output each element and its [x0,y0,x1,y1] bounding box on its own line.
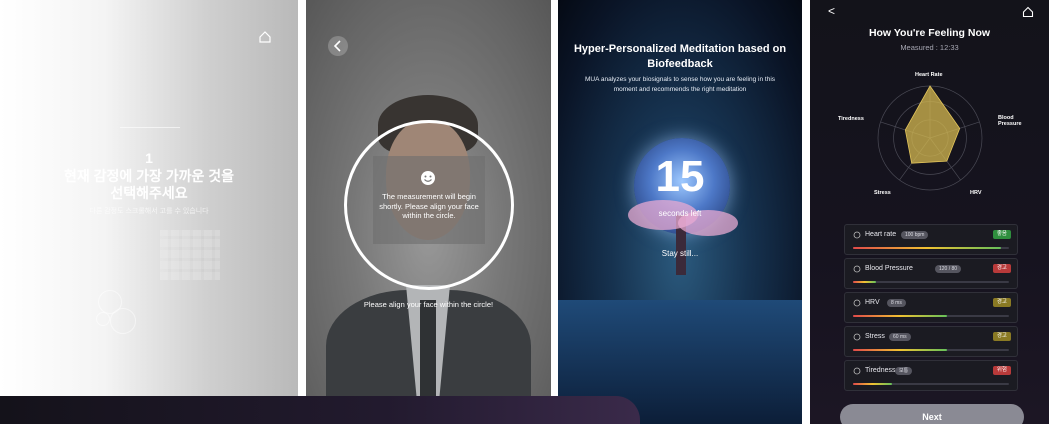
bottom-overlay-bar [0,396,640,424]
status-text: Stay still... [661,249,699,258]
metric-level-track [853,281,1009,283]
back-button[interactable] [328,36,348,56]
metric-card[interactable]: Heart rate 100 bpm 좋음 [844,224,1018,255]
metric-value-pill: 120 / 80 [935,265,962,273]
metric-level-fill [853,349,947,351]
countdown-number: 15 [655,152,705,201]
emotion-bubble[interactable] [110,308,136,334]
measurement-message: The measurement will begin shortly. Plea… [379,192,479,220]
metric-label: Tiredness [865,367,896,374]
home-icon[interactable] [1022,6,1034,18]
metric-level-fill [853,281,877,283]
eye-icon [853,367,861,375]
metric-status-badge: 경고 [992,332,1011,341]
metric-status-badge: 경고 [992,298,1011,307]
meditation-screen: Hyper-Personalized Meditation based on B… [558,0,802,424]
metric-card[interactable]: Tiredness 보통 위험 [844,360,1018,391]
metric-value-pill: 60 ms [889,333,911,341]
emotion-select-screen: 1 현재 감정에 가장 가까운 것을 선택해주세요 다른 감정도 스크롤해서 고… [0,0,298,424]
radar-label-blood-pressure: Blood Pressure [998,115,1022,127]
emotion-grid[interactable] [160,230,220,280]
metric-label: Heart rate [865,231,897,238]
metric-value-pill: 8 ms [887,299,906,307]
meditation-description: MUA analyzes your biosignals to sense ho… [584,76,776,93]
radar-value-area [904,85,961,164]
smile-icon [853,333,861,341]
meditation-title: Hyper-Personalized Meditation based on B… [573,43,787,70]
measured-time: Measured : 12:33 [900,43,959,52]
metric-value-pill: 보통 [895,367,913,375]
next-button[interactable]: Next [840,404,1024,424]
metric-level-fill [853,383,892,385]
metric-value-pill: 100 bpm [901,231,929,239]
back-button[interactable]: < [828,4,835,18]
metric-level-track [853,315,1009,317]
emotion-bubble[interactable] [96,312,110,326]
metric-card[interactable]: Stress 60 ms 경고 [844,326,1018,357]
pulse-icon [853,299,861,307]
metric-level-fill [853,247,1002,249]
metric-level-track [853,247,1009,249]
metric-status-badge: 위험 [992,366,1011,375]
question-subtext: 다른 감정도 스크롤해서 고를 수 있습니다 [89,208,209,215]
align-instruction: Please align your face within the circle… [363,300,494,309]
metric-level-track [853,349,1009,351]
metric-label: Stress [865,333,885,340]
heart-icon [853,231,861,239]
divider-line [120,127,180,128]
drop-icon [853,265,861,273]
back-icon [333,40,341,52]
metric-level-fill [853,315,947,317]
face-align-screen: The measurement will begin shortly. Plea… [306,0,551,424]
metric-level-track [853,383,1009,385]
question-text: 현재 감정에 가장 가까운 것을 선택해주세요 [63,168,235,201]
results-title: How You're Feeling Now [868,27,991,39]
countdown-label: seconds left [658,209,702,218]
metric-label: HRV [865,299,880,306]
metric-label: Blood Pressure [865,265,913,272]
metric-card[interactable]: Blood Pressure 120 / 80 경고 [844,258,1018,289]
question-number: 1 [145,150,153,166]
radar-chart [877,85,983,191]
results-screen: < How You're Feeling Now Measured : 12:3… [810,0,1049,424]
home-icon[interactable] [258,30,272,44]
metric-card[interactable]: HRV 8 ms 경고 [844,292,1018,323]
radar-label-tiredness: Tiredness [838,116,864,122]
smile-icon [421,171,435,185]
metric-status-badge: 경고 [992,264,1011,273]
metric-status-badge: 좋음 [992,230,1011,239]
